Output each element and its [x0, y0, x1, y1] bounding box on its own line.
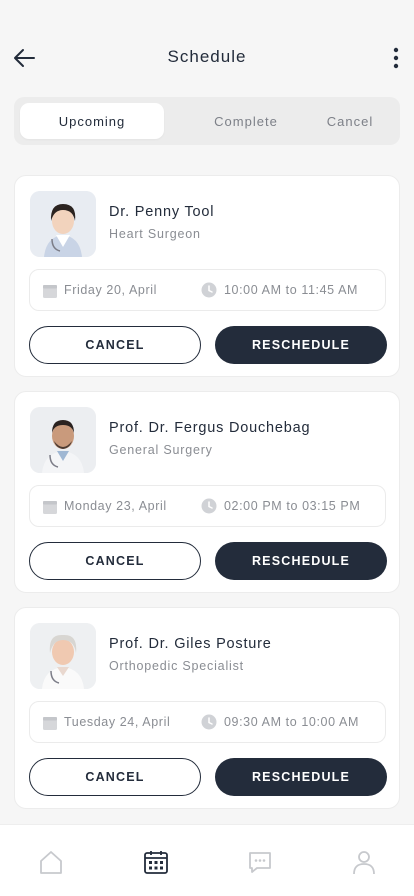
bottom-navigation [0, 824, 414, 896]
cancel-button[interactable]: CANCEL [29, 542, 201, 580]
more-vertical-icon [393, 47, 399, 69]
appointment-card: Dr. Penny Tool Heart Surgeon Friday 20, … [14, 175, 400, 377]
profile-icon [353, 851, 375, 875]
more-options-button[interactable] [384, 44, 408, 72]
appointment-time-box: Friday 20, April 10:00 AM to 11:45 AM [29, 269, 386, 311]
schedule-tabs: Upcoming Complete Cancel [14, 97, 400, 145]
tab-upcoming[interactable]: Upcoming [20, 103, 164, 139]
doctor-specialty: General Surgery [109, 443, 213, 457]
cancel-button[interactable]: CANCEL [29, 326, 201, 364]
nav-home[interactable] [37, 847, 65, 877]
nav-schedule[interactable] [142, 847, 170, 877]
appointment-time: 09:30 AM to 10:00 AM [224, 715, 359, 729]
chat-icon [249, 852, 271, 873]
appointment-card: Prof. Dr. Fergus Douchebag General Surge… [14, 391, 400, 593]
doctor-specialty: Orthopedic Specialist [109, 659, 244, 673]
appointment-time: 10:00 AM to 11:45 AM [224, 283, 359, 297]
reschedule-button[interactable]: RESCHEDULE [215, 758, 387, 796]
calendar-icon [43, 501, 57, 514]
doctor-avatar [30, 191, 96, 257]
appointment-date: Tuesday 24, April [64, 715, 171, 729]
clock-icon [201, 282, 217, 298]
doctor-name: Prof. Dr. Giles Posture [109, 636, 272, 652]
cancel-button[interactable]: CANCEL [29, 758, 201, 796]
home-icon [40, 851, 62, 874]
clock-icon [201, 714, 217, 730]
calendar-icon [144, 851, 168, 874]
reschedule-button[interactable]: RESCHEDULE [215, 326, 387, 364]
doctor-avatar [30, 623, 96, 689]
nav-profile[interactable] [350, 847, 378, 877]
doctor-name: Prof. Dr. Fergus Douchebag [109, 420, 311, 436]
clock-icon [201, 498, 217, 514]
reschedule-button[interactable]: RESCHEDULE [215, 542, 387, 580]
header: Schedule [0, 0, 414, 100]
calendar-icon [43, 285, 57, 298]
doctor-specialty: Heart Surgeon [109, 227, 201, 241]
appointment-date: Friday 20, April [64, 283, 157, 297]
doctor-name: Dr. Penny Tool [109, 204, 215, 220]
appointment-time-box: Monday 23, April 02:00 PM to 03:15 PM [29, 485, 386, 527]
tab-complete[interactable]: Complete [194, 103, 298, 139]
doctor-avatar [30, 407, 96, 473]
appointment-time: 02:00 PM to 03:15 PM [224, 499, 361, 513]
appointment-card: Prof. Dr. Giles Posture Orthopedic Speci… [14, 607, 400, 809]
tab-cancel[interactable]: Cancel [304, 103, 396, 139]
nav-messages[interactable] [246, 847, 274, 877]
page-title: Schedule [167, 47, 247, 66]
calendar-icon [43, 717, 57, 730]
appointment-date: Monday 23, April [64, 499, 167, 513]
appointment-time-box: Tuesday 24, April 09:30 AM to 10:00 AM [29, 701, 386, 743]
